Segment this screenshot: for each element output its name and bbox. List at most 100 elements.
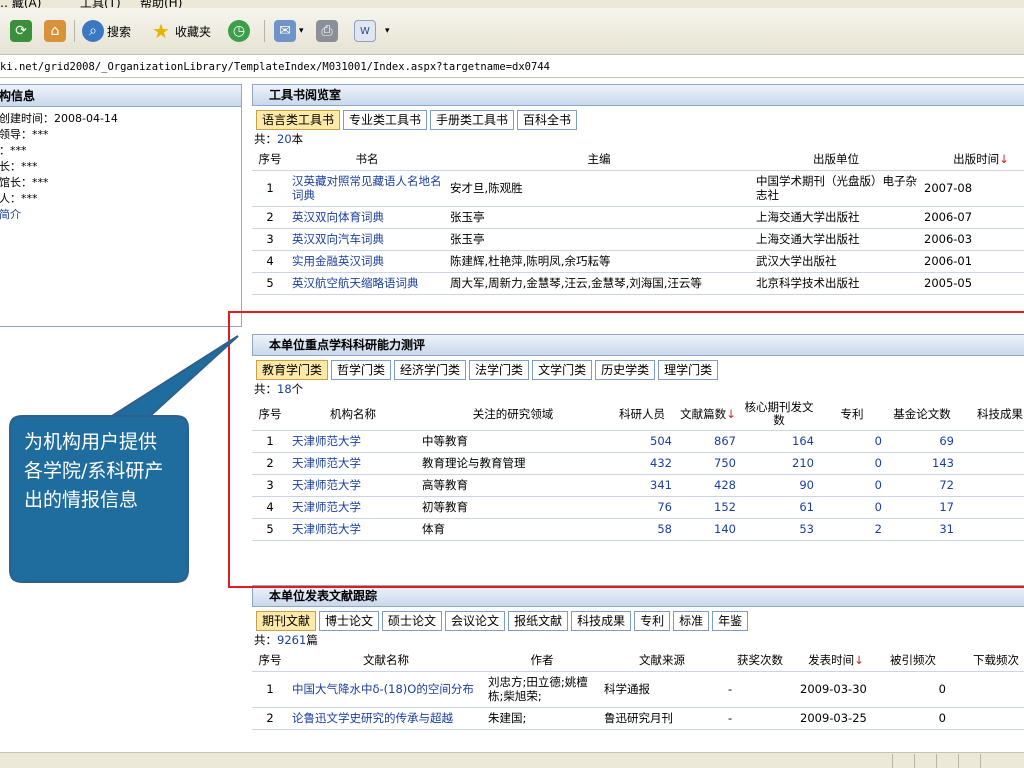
org-name-link[interactable]: 天津师范大学	[288, 474, 418, 497]
literature-tracking-section: 本单位发表文献跟踪 期刊文献 博士论文 硕士论文 会议论文 报纸文献 科技成果 …	[252, 585, 1024, 730]
tab-journal[interactable]: 期刊文献	[256, 611, 317, 631]
tab-law[interactable]: 法学门类	[469, 360, 530, 380]
fund-count[interactable]: 143	[886, 452, 958, 475]
tab-phd-thesis[interactable]: 博士论文	[319, 611, 380, 631]
book-title-link[interactable]: 汉英藏对照常见藏语人名地名词典	[288, 170, 446, 207]
staff-count[interactable]: 432	[608, 452, 676, 475]
tab-master-thesis[interactable]: 硕士论文	[382, 611, 443, 631]
tab-encyclopedias[interactable]: 百科全书	[517, 110, 578, 130]
tab-economics[interactable]: 经济学门类	[394, 360, 467, 380]
tab-standard[interactable]: 标准	[673, 611, 710, 631]
col-header[interactable]: 被引频次	[876, 649, 950, 672]
tab-newspaper[interactable]: 报纸文献	[508, 611, 569, 631]
core-count[interactable]: 53	[740, 518, 818, 541]
doc-count[interactable]: 750	[676, 452, 740, 475]
tab-professional-books[interactable]: 专业类工具书	[343, 110, 428, 130]
research-evaluation-section: 本单位重点学科科研能力测评 教育学门类 哲学门类 经济学门类 法学门类 文学门类…	[252, 334, 1024, 541]
mail-dropdown-icon[interactable]: ▾	[299, 26, 304, 36]
table-row: 5 天津师范大学 体育 58 140 53 2 31	[252, 518, 1024, 541]
fund-count[interactable]: 69	[886, 430, 958, 453]
col-header[interactable]: 主编	[446, 148, 752, 171]
tab-achievements[interactable]: 科技成果	[571, 611, 632, 631]
tab-science[interactable]: 理学门类	[658, 360, 719, 380]
doc-count[interactable]: 140	[676, 518, 740, 541]
org-name-link[interactable]: 天津师范大学	[288, 452, 418, 475]
staff-count[interactable]: 341	[608, 474, 676, 497]
col-header[interactable]: 文献名称	[288, 649, 484, 672]
col-header[interactable]: 书名	[288, 148, 446, 171]
patent-count[interactable]: 0	[818, 496, 886, 519]
col-header[interactable]: 下载频次	[950, 649, 1024, 672]
print-button[interactable]: ⎙	[316, 18, 338, 44]
core-count[interactable]: 61	[740, 496, 818, 519]
col-header[interactable]: 获奖次数	[724, 649, 796, 672]
tab-language-books[interactable]: 语言类工具书	[256, 110, 341, 130]
col-header[interactable]: 出版单位	[752, 148, 920, 171]
publisher: 上海交通大学出版社	[752, 206, 920, 229]
org-count: 共：18个	[254, 382, 304, 396]
patent-count[interactable]: 0	[818, 430, 886, 453]
paper-title-link[interactable]: 论鲁迅文学史研究的传承与超越	[288, 707, 484, 730]
col-header[interactable]: 科研人员	[608, 398, 676, 431]
col-header[interactable]: 发表时间↓	[796, 649, 876, 672]
book-title-link[interactable]: 英汉双向汽车词典	[288, 228, 446, 251]
fund-count[interactable]: 72	[886, 474, 958, 497]
col-header[interactable]: 文献篇数↓	[676, 398, 740, 431]
paper-title-link[interactable]: 中国大气降水中δ-(18)O的空间分布	[288, 671, 484, 708]
patent-count[interactable]: 0	[818, 474, 886, 497]
core-count[interactable]: 90	[740, 474, 818, 497]
patent-count[interactable]: 0	[818, 452, 886, 475]
patent-count[interactable]: 2	[818, 518, 886, 541]
staff-count[interactable]: 58	[608, 518, 676, 541]
mail-button[interactable]: ✉ ▾	[274, 18, 304, 44]
col-header[interactable]: 机构名称	[288, 398, 418, 431]
tab-literature[interactable]: 文学门类	[532, 360, 593, 380]
col-header[interactable]: 科技成果	[958, 398, 1024, 431]
tab-handbooks[interactable]: 手册类工具书	[430, 110, 515, 130]
col-header[interactable]: 作者	[484, 649, 600, 672]
tab-yearbook[interactable]: 年鉴	[712, 611, 749, 631]
col-header[interactable]: 专利	[818, 398, 886, 431]
tab-conference[interactable]: 会议论文	[445, 611, 506, 631]
callout-text: 为机构用户提供各学院/系科研产出的情报信息	[24, 431, 164, 511]
org-name-link[interactable]: 天津师范大学	[288, 430, 418, 453]
print-icon: ⎙	[316, 20, 338, 42]
col-header[interactable]: 文献来源	[600, 649, 724, 672]
doc-count[interactable]: 152	[676, 496, 740, 519]
publish-date: 2006-01	[920, 250, 1024, 273]
core-count[interactable]: 210	[740, 452, 818, 475]
fund-count[interactable]: 17	[886, 496, 958, 519]
research-evaluation-title: 本单位重点学科科研能力测评	[252, 334, 1024, 356]
book-title-link[interactable]: 英汉双向体育词典	[288, 206, 446, 229]
staff-count[interactable]: 76	[608, 496, 676, 519]
book-title-link[interactable]: 实用金融英汉词典	[288, 250, 446, 273]
org-name-link[interactable]: 天津师范大学	[288, 518, 418, 541]
editor: 周大军,周新力,金慧琴,汪云,金慧琴,刘海国,汪云等	[446, 272, 752, 295]
tab-philosophy[interactable]: 哲学门类	[331, 360, 392, 380]
tab-education[interactable]: 教育学门类	[256, 360, 329, 380]
publish-date: 2007-08	[920, 170, 1024, 207]
edit-button[interactable]: W ▾	[354, 18, 390, 44]
org-name-link[interactable]: 天津师范大学	[288, 496, 418, 519]
word-edit-icon: W	[354, 20, 376, 42]
table-row: 2 天津师范大学 教育理论与教育管理 432 750 210 0 143	[252, 452, 1024, 475]
status-bar	[0, 752, 1024, 768]
tab-history[interactable]: 历史学类	[595, 360, 656, 380]
doc-count[interactable]: 428	[676, 474, 740, 497]
book-count: 共：20本	[254, 132, 304, 146]
publish-date: 2005-05	[920, 272, 1024, 295]
table-row: 3 天津师范大学 高等教育 341 428 90 0 72	[252, 474, 1024, 497]
book-title-link[interactable]: 英汉航空航天缩略语词典	[288, 272, 446, 295]
staff-count[interactable]: 504	[608, 430, 676, 453]
edit-dropdown-icon[interactable]: ▾	[385, 26, 390, 36]
col-header[interactable]: 关注的研究领域	[418, 398, 608, 431]
publisher: 武汉大学出版社	[752, 250, 920, 273]
fund-count[interactable]: 31	[886, 518, 958, 541]
col-header[interactable]: 基金论文数	[886, 398, 958, 431]
col-header[interactable]: 核心期刊发文数	[740, 398, 818, 431]
col-header[interactable]: 出版时间↓	[920, 148, 1024, 171]
doc-count[interactable]: 867	[676, 430, 740, 453]
table-row: 1 汉英藏对照常见藏语人名地名词典 安才旦,陈观胜 中国学术期刊（光盘版）电子杂…	[252, 170, 1024, 207]
tab-patent[interactable]: 专利	[634, 611, 671, 631]
core-count[interactable]: 164	[740, 430, 818, 453]
